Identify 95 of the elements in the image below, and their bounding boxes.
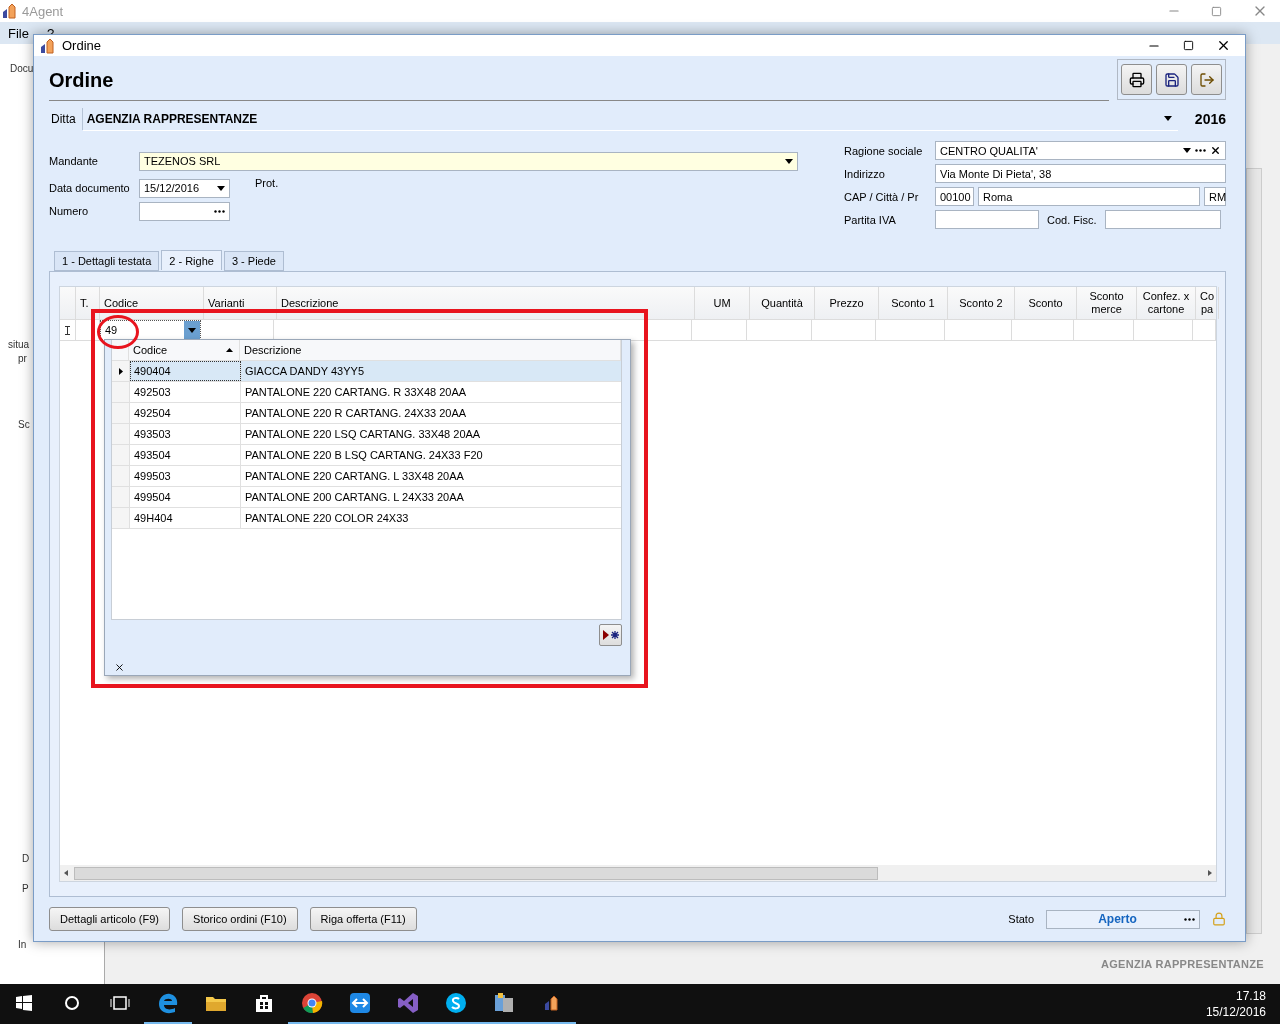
column-header: Quantità: [750, 287, 815, 319]
maximize-icon[interactable]: [1183, 40, 1194, 51]
lookup-field[interactable]: [139, 201, 230, 221]
exit-icon: [1198, 71, 1215, 88]
column-header: Co pa: [1196, 287, 1219, 319]
ellipsis-icon[interactable]: [1195, 149, 1206, 152]
field-label: Data documento: [49, 182, 131, 194]
nav-label: In: [18, 938, 27, 952]
column-header: Confez. x cartone: [1137, 287, 1196, 319]
print-button[interactable]: [1121, 64, 1152, 95]
field-label: Indirizzo: [844, 167, 886, 180]
action-button[interactable]: Dettagli articolo (F9): [49, 907, 171, 931]
year-label: 2016: [1193, 111, 1226, 127]
column-header: Varianti: [204, 287, 277, 319]
lookup-row[interactable]: 493503 PANTALONE 220 LSQ CARTANG. 33X48 20AA: [112, 424, 621, 445]
restore-icon[interactable]: [1211, 5, 1222, 17]
dropdown-arrow-icon[interactable]: [217, 185, 225, 191]
input-field[interactable]: [1104, 210, 1221, 229]
ellipsis-icon[interactable]: [214, 209, 225, 213]
combo-field[interactable]: CENTRO QUALITA': [935, 141, 1226, 160]
field-label: Partita IVA: [844, 213, 897, 226]
text-cursor-icon: [65, 325, 70, 335]
dropdown-button[interactable]: [184, 321, 200, 339]
dropdown-arrow-icon[interactable]: [1164, 116, 1172, 121]
new-record-icon: [602, 630, 619, 640]
column-header: Sconto: [1015, 287, 1077, 319]
column-header: T.: [76, 287, 100, 319]
field-label: Cod. Fisc.: [1047, 213, 1097, 226]
save-button[interactable]: [1156, 64, 1187, 95]
lookup-row[interactable]: 490404 GIACCA DANDY 43YY5: [112, 361, 621, 382]
company-label: Ditta: [49, 108, 83, 130]
ellipsis-icon[interactable]: [1184, 917, 1195, 921]
nav-label: P: [22, 882, 29, 896]
lookup-row[interactable]: 499503 PANTALONE 220 CARTANG. L 33X48 20AA: [112, 466, 621, 487]
nav-label: D: [22, 852, 30, 866]
clear-icon[interactable]: [1210, 145, 1221, 156]
nav-label: pr: [18, 352, 27, 366]
app-logo-icon: [2, 3, 18, 19]
lookup-row[interactable]: 492504 PANTALONE 220 R CARTANG. 24X33 20AA: [112, 403, 621, 424]
app-title: 4Agent: [22, 3, 64, 19]
input-field[interactable]: [935, 210, 1039, 229]
dropdown-arrow-icon[interactable]: [188, 327, 196, 333]
menu-item[interactable]: File: [8, 25, 29, 41]
column-header: Sconto merce: [1077, 287, 1137, 319]
nav-label: Sc: [18, 418, 30, 432]
tab[interactable]: 2 - Righe: [161, 250, 222, 270]
tab[interactable]: 3 - Piede: [223, 251, 284, 271]
new-record-button[interactable]: [599, 624, 622, 646]
column-header[interactable]: Descrizione: [240, 340, 621, 360]
combo-field[interactable]: TEZENOS SRL: [139, 151, 798, 171]
input-field[interactable]: 00100: [935, 187, 974, 206]
close-icon[interactable]: [1216, 38, 1231, 53]
horizontal-scrollbar[interactable]: [60, 865, 1216, 881]
nav-label: Docu: [10, 62, 34, 76]
field-label: Stato: [1008, 913, 1034, 925]
lookup-row[interactable]: 499504 PANTALONE 200 CARTANG. L 24X33 20AA: [112, 487, 621, 508]
column-header: Sconto 1: [879, 287, 948, 319]
scroll-right-icon[interactable]: [1208, 870, 1212, 876]
field-label: CAP / Città / Pr: [844, 190, 920, 203]
date-field[interactable]: 15/12/2016: [139, 178, 230, 198]
lookup-row[interactable]: 492503 PANTALONE 220 CARTANG. R 33X48 20AA: [112, 382, 621, 403]
input-field[interactable]: RM: [1204, 187, 1226, 206]
field-label: Ragione sociale: [844, 144, 924, 157]
status-field[interactable]: Aperto: [1046, 909, 1200, 929]
lookup-row[interactable]: 493504 PANTALONE 220 B LSQ CARTANG. 24X33 F20: [112, 445, 621, 466]
company-dropdown[interactable]: AGENZIA RAPPRESENTANZE: [82, 107, 1178, 131]
action-button[interactable]: Storico ordini (F10): [182, 907, 298, 931]
company-footer: AGENZIA RAPPRESENTANZE: [1100, 958, 1264, 970]
column-header: Prezzo: [815, 287, 879, 319]
column-header: UM: [695, 287, 750, 319]
input-field[interactable]: Via Monte Di Pieta', 38: [935, 164, 1226, 183]
clock-date: 15/12/2016: [1205, 1004, 1266, 1020]
clock-time: 17.18: [1235, 988, 1266, 1004]
printer-icon: [1128, 71, 1145, 88]
column-header[interactable]: Codice: [129, 340, 240, 360]
close-icon: [113, 661, 125, 673]
action-button[interactable]: Riga offerta (F11): [309, 907, 417, 931]
nav-label: situa: [8, 338, 30, 352]
scroll-left-icon[interactable]: [64, 870, 68, 876]
field-label: Numero: [49, 205, 90, 217]
sort-ascending-icon: [226, 348, 233, 352]
dropdown-arrow-icon[interactable]: [1183, 148, 1191, 153]
dialog-title: Ordine: [62, 38, 102, 53]
lock-icon: [1212, 912, 1226, 926]
app-logo-icon: [40, 37, 56, 54]
page-heading: Ordine: [49, 69, 114, 92]
tab[interactable]: 1 - Dettagli testata: [54, 251, 160, 271]
current-row-icon: [118, 367, 123, 375]
field-label: Prot.: [255, 177, 279, 189]
field-label: Mandante: [49, 155, 99, 167]
column-header: Sconto 2: [948, 287, 1015, 319]
dropdown-arrow-icon[interactable]: [785, 158, 793, 164]
exit-button[interactable]: [1191, 64, 1222, 95]
lookup-row[interactable]: 49H404 PANTALONE 220 COLOR 24X33: [112, 508, 621, 529]
input-field[interactable]: Roma: [978, 187, 1200, 206]
